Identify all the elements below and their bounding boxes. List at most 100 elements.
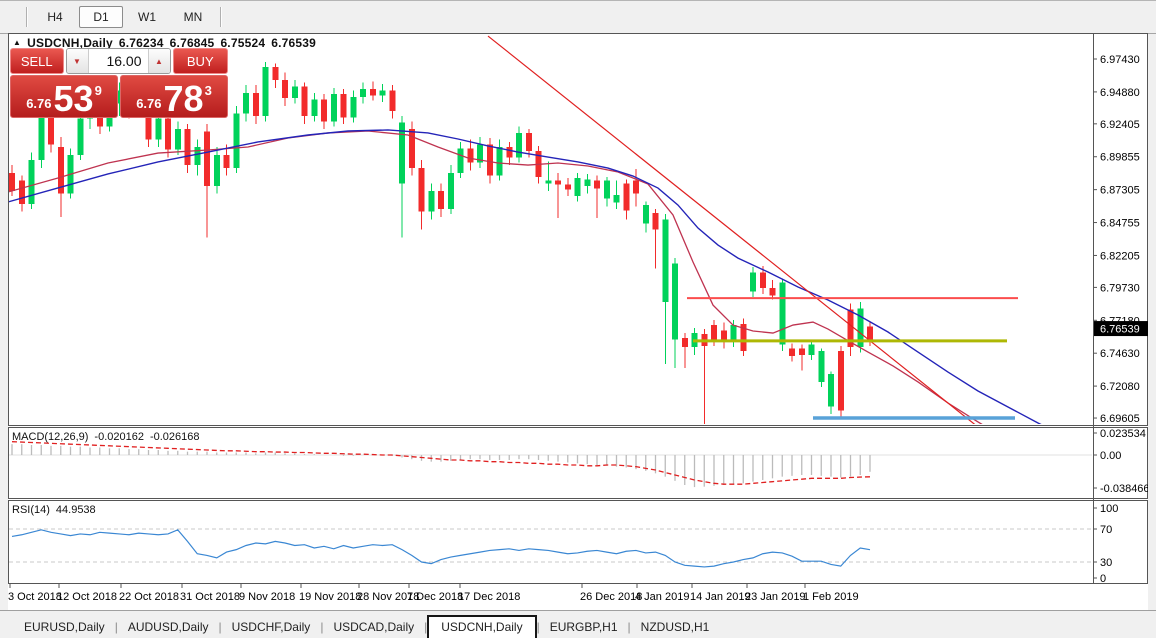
candle-body xyxy=(282,80,288,98)
buy-price-prefix: 6.76 xyxy=(136,96,161,111)
timeframe-d1[interactable]: D1 xyxy=(79,6,123,28)
sell-price-big: 53 xyxy=(54,84,94,114)
macd-axis-label: -0.038466 xyxy=(1100,483,1148,495)
candle-body xyxy=(38,114,44,160)
candle-body xyxy=(438,191,444,209)
sell-price-pip: 9 xyxy=(95,83,102,98)
candle-body xyxy=(818,351,824,382)
candle-body xyxy=(604,181,610,199)
candle-body xyxy=(584,179,590,185)
sell-price-panel[interactable]: 6.76 53 9 xyxy=(10,75,118,118)
candle-body xyxy=(48,116,54,144)
candle-body xyxy=(360,89,366,97)
candle-body xyxy=(302,86,308,116)
date-axis-label: 22 Oct 2018 xyxy=(119,591,179,603)
candle-body xyxy=(77,119,83,155)
candle-body xyxy=(253,93,259,116)
volume-decrease-button[interactable]: ▼ xyxy=(67,49,89,73)
timeframe-w1[interactable]: W1 xyxy=(125,6,169,28)
buy-price-panel[interactable]: 6.76 78 3 xyxy=(120,75,228,118)
rsi-axis-label: 0 xyxy=(1100,573,1106,585)
date-axis-label: 3 Oct 2018 xyxy=(8,591,62,603)
candle-body xyxy=(165,119,171,150)
candle-body xyxy=(185,129,191,165)
price-axis-label: 6.87305 xyxy=(1100,185,1140,197)
candle-body xyxy=(9,173,15,191)
candle-body xyxy=(458,148,464,173)
candle-body xyxy=(419,168,425,212)
rsi-axis-label: 100 xyxy=(1100,503,1118,515)
macd-value-main: -0.020162 xyxy=(94,431,144,443)
candle-body xyxy=(614,195,620,203)
tab-eurusd-daily[interactable]: EURUSD,Daily xyxy=(14,616,115,638)
tab-eurgbp-h1[interactable]: EURGBP,H1 xyxy=(540,616,628,638)
candle-body xyxy=(272,67,278,80)
candle-body xyxy=(19,181,25,204)
macd-axis-label: 0.023534 xyxy=(1100,428,1146,440)
timeframe-toolbar: H4D1W1MN xyxy=(0,0,1156,34)
candle-body xyxy=(467,148,473,162)
candle-body xyxy=(750,272,756,291)
sell-button[interactable]: SELL xyxy=(10,48,64,74)
date-axis-label: 1 Feb 2019 xyxy=(803,591,859,603)
price-axis-label: 6.79730 xyxy=(1100,282,1140,294)
chart-collapse-icon[interactable]: ▲ xyxy=(13,38,21,47)
timeframe-h4[interactable]: H4 xyxy=(33,6,77,28)
candle-body xyxy=(370,89,376,95)
candle-body xyxy=(243,93,249,114)
date-axis-label: 31 Oct 2018 xyxy=(180,591,240,603)
svg-text:6.76539: 6.76539 xyxy=(1100,324,1140,336)
candle-body xyxy=(779,283,785,345)
candle-body xyxy=(828,374,834,406)
ohlc-close: 6.76539 xyxy=(271,36,316,50)
rsi-axis-label: 70 xyxy=(1100,524,1112,536)
date-axis-label: 23 Jan 2019 xyxy=(745,591,806,603)
candle-body xyxy=(331,94,337,121)
price-axis-label: 6.92405 xyxy=(1100,119,1140,131)
chevron-down-icon: ▼ xyxy=(73,57,81,66)
candle-body xyxy=(233,114,239,168)
tab-usdcnh-daily[interactable]: USDCNH,Daily xyxy=(427,615,536,638)
candle-body xyxy=(545,181,551,184)
date-axis-label: 17 Dec 2018 xyxy=(458,591,520,603)
rsi-value: 44.9538 xyxy=(56,504,96,516)
one-click-trade-panel: SELL ▼ 16.00 ▲ BUY 6.76 53 9 6.76 xyxy=(10,48,228,118)
date-axis-label: 19 Nov 2018 xyxy=(299,591,361,603)
price-axis-label: 6.82205 xyxy=(1100,250,1140,262)
volume-increase-button[interactable]: ▲ xyxy=(148,49,170,73)
price-axis-label: 6.72080 xyxy=(1100,381,1140,393)
tab-nzdusd-h1[interactable]: NZDUSD,H1 xyxy=(631,616,720,638)
candle-body xyxy=(770,288,776,296)
candle-body xyxy=(506,147,512,157)
sell-price-prefix: 6.76 xyxy=(26,96,51,111)
macd-axis-label: 0.00 xyxy=(1100,450,1121,462)
candle-body xyxy=(448,173,454,209)
candle-body xyxy=(380,90,386,95)
rsi-name: RSI(14) xyxy=(12,504,50,516)
price-axis-label: 6.84755 xyxy=(1100,218,1140,230)
candle-body xyxy=(175,129,181,150)
candle-body xyxy=(789,348,795,356)
candle-body xyxy=(428,191,434,212)
candle-body xyxy=(623,183,629,210)
candle-body xyxy=(497,147,503,175)
date-axis-label: 14 Jan 2019 xyxy=(690,591,751,603)
chevron-up-icon: ▲ xyxy=(155,57,163,66)
candle-body xyxy=(321,99,327,121)
timeframe-mn[interactable]: MN xyxy=(171,6,215,28)
candle-body xyxy=(633,181,639,194)
candle-body xyxy=(809,345,815,355)
tab-usdchf-daily[interactable]: USDCHF,Daily xyxy=(222,616,321,638)
timeframe-buttons: H4D1W1MN xyxy=(32,6,216,28)
tab-audusd-daily[interactable]: AUDUSD,Daily xyxy=(118,616,219,638)
candle-body xyxy=(711,325,717,339)
candle-body xyxy=(838,351,844,410)
symbol-tabbar: EURUSD,Daily|AUDUSD,Daily|USDCHF,Daily|U… xyxy=(0,610,1156,638)
volume-input[interactable]: 16.00 xyxy=(89,49,148,73)
candle-body xyxy=(594,181,600,189)
candle-body xyxy=(292,86,298,98)
tab-usdcad-daily[interactable]: USDCAD,Daily xyxy=(323,616,424,638)
price-chart-canvas[interactable]: 6.974306.948806.924056.898556.873056.847… xyxy=(8,33,1148,610)
date-axis-label: 12 Oct 2018 xyxy=(57,591,117,603)
buy-button[interactable]: BUY xyxy=(173,48,228,74)
